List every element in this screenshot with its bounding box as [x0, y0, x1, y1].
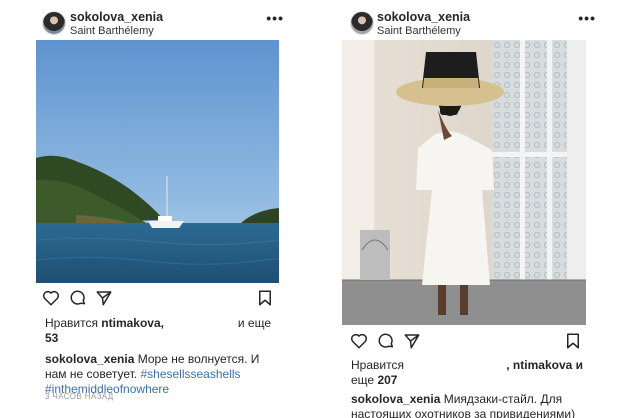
post-header: sokolova_xenia Saint Barthélemy •••	[314, 8, 614, 42]
action-bar	[350, 332, 582, 352]
caption-line-1: sokolova_xenia Миядзаки-стайл. Для	[351, 392, 583, 407]
comment-icon[interactable]	[69, 289, 87, 307]
comment-icon[interactable]	[377, 332, 395, 350]
bookmark-icon[interactable]	[564, 332, 582, 350]
action-bar	[42, 289, 274, 309]
heart-icon[interactable]	[42, 289, 60, 307]
bookmark-icon[interactable]	[256, 289, 274, 307]
likes-prefix: Нравится	[351, 358, 404, 372]
caption-user[interactable]: sokolova_xenia	[45, 352, 134, 366]
avatar[interactable]	[42, 11, 66, 35]
post-right: sokolova_xenia Saint Barthélemy ••• Нрав…	[314, 0, 614, 418]
post-photo[interactable]	[342, 40, 586, 325]
hashtag[interactable]: #shesellsseashells	[140, 367, 240, 381]
post-photo[interactable]	[36, 40, 279, 283]
caption-line-1: sokolova_xenia Море не волнуется. И	[45, 352, 271, 367]
sea-photo	[36, 40, 279, 283]
likes-and-caption: Нравится ntimakova, и еще 53 sokolova_xe…	[45, 316, 271, 397]
mirror-selfie-photo	[342, 40, 586, 325]
likes-and: и еще	[237, 316, 271, 330]
more-icon[interactable]: •••	[266, 10, 284, 26]
avatar[interactable]	[350, 11, 374, 35]
post-header: sokolova_xenia Saint Barthélemy •••	[0, 8, 300, 42]
more-icon[interactable]: •••	[578, 10, 596, 26]
heart-icon[interactable]	[350, 332, 368, 350]
caption-text-1: Море не волнуется. И	[137, 352, 260, 366]
likes-user-name[interactable]: , ntimakova и	[506, 358, 583, 372]
likes-line: Нравится ntimakova, и еще	[45, 316, 271, 331]
share-icon[interactable]	[403, 332, 421, 350]
caption-user[interactable]: sokolova_xenia	[351, 392, 440, 406]
likes-prefix: Нравится	[45, 316, 98, 330]
caption-text-2: нам не советует.	[45, 367, 138, 381]
share-icon[interactable]	[95, 289, 113, 307]
username[interactable]: sokolova_xenia	[70, 10, 163, 24]
likes-count-line: еще 207	[351, 373, 583, 388]
likes-user[interactable]: , ntimakova и	[506, 358, 583, 373]
post-timestamp: 3 ЧАСОВ НАЗАД	[45, 392, 114, 401]
likes-count[interactable]: 53	[45, 331, 271, 346]
location[interactable]: Saint Barthélemy	[70, 25, 154, 37]
username[interactable]: sokolova_xenia	[377, 10, 470, 24]
caption-line-2: нам не советует. #shesellsseashells	[45, 367, 271, 382]
likes-count[interactable]: 207	[377, 373, 397, 387]
caption-line-2: настоящих охотников за привидениями)	[351, 407, 576, 418]
post-left: sokolova_xenia Saint Barthélemy ••• Нрав…	[0, 0, 300, 418]
caption-text-1: Миядзаки-стайл. Для	[443, 392, 563, 406]
location[interactable]: Saint Barthélemy	[377, 25, 461, 37]
likes-and-caption: Нравится , ntimakova и еще 207 sokolova_…	[351, 358, 583, 418]
likes-and: еще	[351, 373, 375, 387]
likes-line: Нравится , ntimakova и	[351, 358, 583, 373]
likes-user[interactable]: ntimakova,	[101, 316, 164, 330]
